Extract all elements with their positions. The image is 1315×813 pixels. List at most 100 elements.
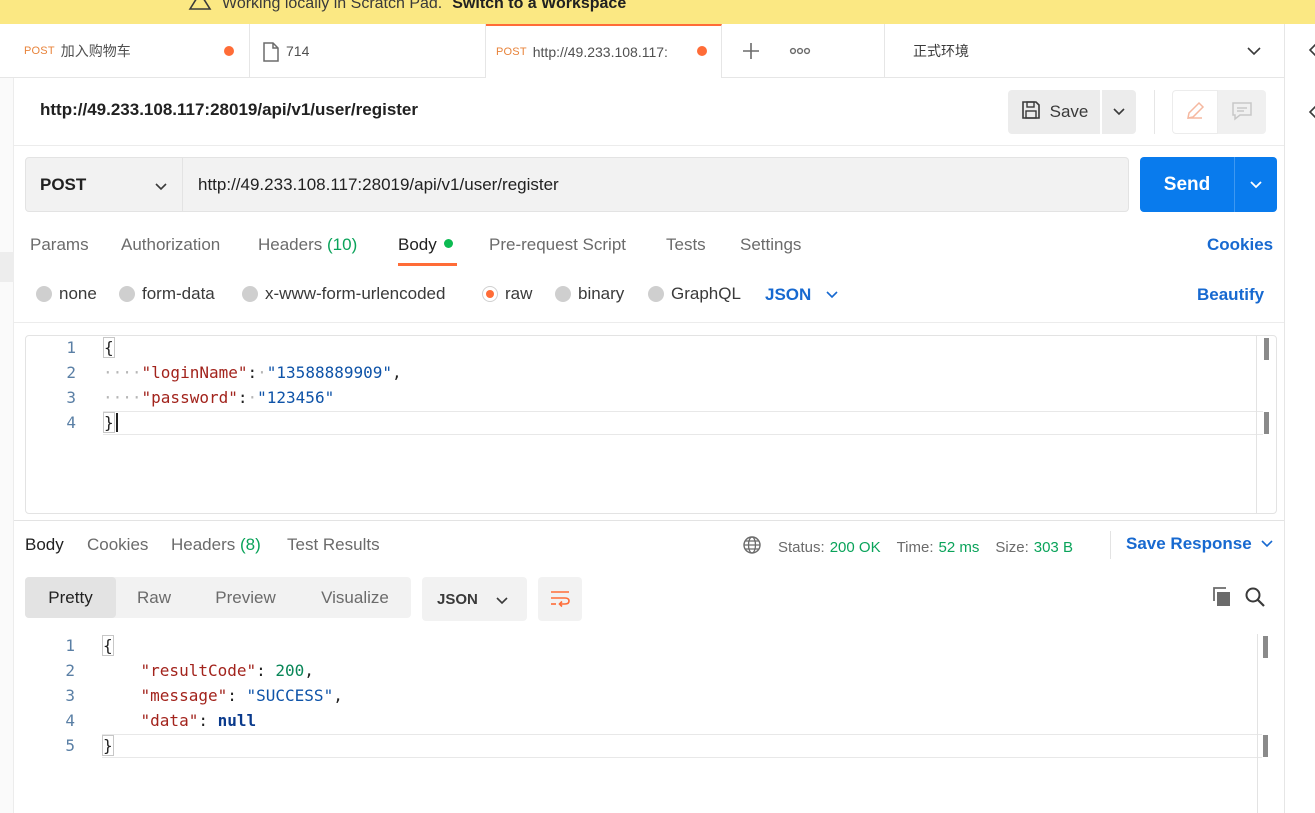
view-raw[interactable]: Raw [116, 577, 192, 618]
comment-icon [1231, 101, 1253, 124]
chevron-left-icon[interactable] [1307, 42, 1315, 61]
http-method-value: POST [40, 174, 87, 194]
tab-body[interactable]: Body [398, 235, 453, 255]
view-visualize[interactable]: Visualize [299, 577, 411, 618]
left-sidebar-strip [0, 24, 14, 813]
view-preview[interactable]: Preview [192, 577, 299, 618]
radio-form-data[interactable] [119, 286, 135, 302]
comments-button[interactable] [1218, 90, 1266, 134]
scratch-pad-banner: Working locally in Scratch Pad. Switch t… [0, 0, 1315, 24]
code-line: 2 ····"loginName":·"13588889909", [66, 363, 402, 382]
environment-label: 正式环境 [913, 43, 969, 59]
tab-label: 714 [286, 43, 310, 59]
code-line: 2 "resultCode": 200, [65, 661, 314, 680]
edit-button[interactable] [1172, 90, 1218, 134]
scrollbar-thumb[interactable] [1263, 636, 1268, 658]
body-type-none[interactable]: none [36, 284, 97, 304]
chevron-down-icon [1246, 44, 1262, 60]
unsaved-dot-icon [697, 46, 707, 56]
code-line: 5 } [65, 735, 114, 756]
body-type-form-data[interactable]: form-data [119, 284, 215, 304]
chevron-down-icon [1249, 177, 1263, 193]
radio-binary[interactable] [555, 286, 571, 302]
request-title[interactable]: http://49.233.108.117:28019/api/v1/user/… [40, 100, 418, 120]
chevron-down-icon [495, 593, 509, 610]
response-body-viewer[interactable]: 1 { 2 "resultCode": 200, 3 "message": "S… [25, 634, 1277, 813]
code-line: 4 "data": null [65, 711, 257, 730]
tab-add-to-cart[interactable]: POST 加入购物车 [14, 24, 250, 78]
unsaved-dot-icon [224, 46, 234, 56]
tab-authorization[interactable]: Authorization [121, 235, 220, 255]
response-tab-test-results[interactable]: Test Results [287, 535, 380, 555]
tab-headers-count: (10) [327, 235, 358, 254]
response-format-value: JSON [437, 590, 478, 608]
save-icon [1020, 99, 1042, 126]
request-doc-icon [262, 42, 279, 62]
response-format-select[interactable]: JSON [422, 577, 527, 621]
save-button[interactable]: Save [1008, 90, 1100, 134]
tab-headers-label: Headers [258, 235, 323, 254]
tab-settings[interactable]: Settings [740, 235, 801, 255]
request-tab-bar: POST 加入购物车 714 POST http://49.233.108.11… [0, 24, 1315, 78]
scrollbar-thumb[interactable] [1264, 338, 1269, 360]
chevron-down-icon [825, 285, 839, 305]
switch-workspace-link[interactable]: Switch to a Workspace [452, 0, 626, 13]
response-view-toggle: Pretty Raw Preview Visualize [25, 577, 411, 618]
body-type-binary[interactable]: binary [555, 284, 624, 304]
chevron-down-icon [154, 178, 168, 198]
time-label: Time: [896, 538, 934, 556]
url-input[interactable]: http://49.233.108.117:28019/api/v1/user/… [183, 157, 1129, 212]
size-value: 303 B [1033, 538, 1073, 556]
tab-label: 加入购物车 [60, 43, 131, 59]
request-body-editor[interactable]: 1 { 2 ····"loginName":·"13588889909", 3 … [25, 335, 1277, 514]
tab-prerequest-script[interactable]: Pre-request Script [489, 235, 626, 255]
tab-headers[interactable]: Headers (10) [258, 235, 357, 255]
body-format-select[interactable]: JSON [765, 285, 839, 305]
environment-select[interactable]: 正式环境 [884, 24, 1284, 78]
body-type-urlencoded[interactable]: x-www-form-urlencoded [242, 284, 445, 304]
size-label: Size: [995, 538, 1029, 556]
chevron-down-icon [1112, 104, 1126, 120]
globe-icon[interactable] [742, 535, 762, 559]
body-format-value: JSON [765, 285, 812, 304]
cookies-link[interactable]: Cookies [1207, 235, 1273, 255]
tab-register-request[interactable]: POST http://49.233.108.117: [486, 24, 722, 78]
scrollbar-thumb[interactable] [1264, 412, 1269, 434]
tab-method: POST [496, 46, 527, 58]
http-method-select[interactable]: POST [25, 157, 183, 212]
chevron-down-icon [1260, 534, 1274, 554]
status-label: Status: [778, 538, 825, 556]
response-status-bar: Status: 200 OK Time: 52 ms Size: 303 B [742, 535, 1073, 559]
more-icon[interactable] [782, 24, 818, 78]
chevron-left-icon[interactable] [1307, 104, 1315, 123]
scrollbar-thumb[interactable] [1263, 735, 1268, 757]
tab-body-label: Body [398, 235, 437, 254]
send-options-button[interactable] [1234, 157, 1277, 212]
view-pretty[interactable]: Pretty [25, 577, 116, 618]
right-sidebar-strip [1284, 24, 1315, 813]
plus-icon[interactable] [734, 24, 768, 78]
tab-714[interactable]: 714 [250, 24, 486, 78]
save-options-button[interactable] [1102, 90, 1136, 134]
send-button[interactable]: Send [1140, 157, 1234, 212]
response-tab-cookies[interactable]: Cookies [87, 535, 148, 555]
wrap-lines-button[interactable] [538, 577, 582, 621]
pencil-icon [1184, 100, 1206, 125]
body-type-graphql[interactable]: GraphQL [648, 284, 741, 304]
tab-tests[interactable]: Tests [666, 235, 706, 255]
code-line: 3 ····"password":·"123456" [66, 388, 335, 407]
warning-icon [188, 0, 212, 16]
tab-params[interactable]: Params [30, 235, 89, 255]
response-tab-headers[interactable]: Headers (8) [171, 535, 261, 555]
radio-graphql[interactable] [648, 286, 664, 302]
radio-urlencoded[interactable] [242, 286, 258, 302]
radio-raw[interactable] [482, 286, 498, 302]
copy-icon[interactable] [1211, 586, 1233, 611]
beautify-button[interactable]: Beautify [1197, 285, 1264, 305]
body-type-raw[interactable]: raw [482, 284, 532, 304]
save-response-button[interactable]: Save Response [1126, 534, 1274, 554]
search-icon[interactable] [1244, 586, 1266, 611]
response-tab-body[interactable]: Body [25, 535, 64, 555]
radio-none[interactable] [36, 286, 52, 302]
banner-text: Working locally in Scratch Pad. [222, 0, 443, 12]
